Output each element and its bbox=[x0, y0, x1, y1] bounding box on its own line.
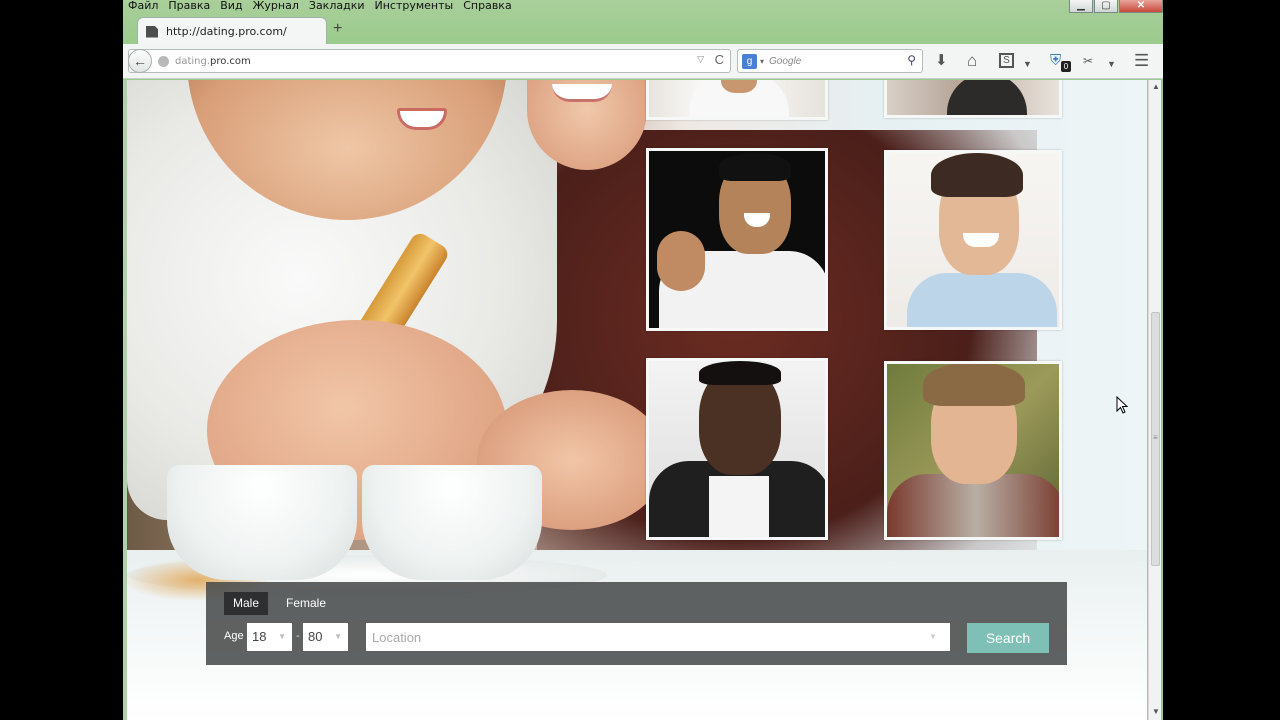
menu-help[interactable]: Справка bbox=[458, 0, 516, 12]
navigation-bar: ← dating.pro.com ▽ C g ▾ Google ⚲ ⬇ ⌂ S … bbox=[123, 44, 1163, 79]
scroll-thumb[interactable]: ≡ bbox=[1151, 312, 1160, 566]
search-bar[interactable]: g ▾ Google ⚲ bbox=[737, 49, 923, 73]
location-input[interactable] bbox=[366, 623, 950, 651]
search-placeholder: Google bbox=[769, 55, 802, 67]
age-separator: - bbox=[296, 630, 300, 642]
profile-photo[interactable] bbox=[646, 148, 828, 331]
profile-photo[interactable] bbox=[884, 80, 1062, 118]
back-button[interactable]: ← bbox=[128, 49, 152, 73]
minimize-button[interactable]: ▁ bbox=[1069, 0, 1093, 13]
url-text: dating.pro.com bbox=[175, 55, 251, 67]
google-icon[interactable]: g bbox=[742, 53, 757, 69]
url-dropdown-icon[interactable]: ▽ bbox=[697, 54, 704, 65]
menu-file[interactable]: Файл bbox=[123, 0, 163, 12]
scroll-up-icon[interactable]: ▲ bbox=[1152, 82, 1160, 91]
menu-icon[interactable]: ☰ bbox=[1134, 52, 1149, 70]
globe-icon bbox=[158, 55, 169, 67]
mouse-cursor-icon bbox=[1116, 396, 1128, 414]
new-tab-button[interactable]: + bbox=[333, 20, 342, 38]
tab-strip: http://dating.pro.com/ + bbox=[123, 14, 1163, 45]
profile-photo[interactable] bbox=[884, 150, 1062, 330]
age-from-value: 18 bbox=[252, 629, 267, 644]
back-arrow-icon: ← bbox=[133, 53, 147, 69]
age-label: Age bbox=[224, 630, 244, 642]
window-controls: ▁ ▢ ✕ bbox=[1069, 0, 1163, 13]
tab-male[interactable]: Male bbox=[224, 592, 269, 615]
menu-history[interactable]: Журнал bbox=[248, 0, 304, 12]
chevron-down-icon: ▼ bbox=[278, 632, 286, 641]
age-from-select[interactable]: 18 ▼ bbox=[247, 623, 292, 651]
addon-badge: 0 bbox=[1061, 61, 1071, 72]
addon-icon[interactable]: ⛨ bbox=[1050, 52, 1061, 70]
address-bar[interactable]: ← dating.pro.com ▽ C bbox=[128, 49, 731, 73]
extension-icon[interactable]: ✂ bbox=[1083, 52, 1093, 70]
home-icon[interactable]: ⌂ bbox=[967, 52, 977, 70]
close-button[interactable]: ✕ bbox=[1119, 0, 1163, 13]
age-to-value: 80 bbox=[308, 629, 323, 644]
page-viewport: Male Female Age 18 ▼ - 80 ▼ ▼ Search bbox=[127, 80, 1147, 720]
profile-photo[interactable] bbox=[646, 358, 828, 540]
tab-title: http://dating.pro.com/ bbox=[166, 25, 287, 38]
menu-bar: Файл Правка Вид Журнал Закладки Инструме… bbox=[123, 0, 543, 12]
tab-female[interactable]: Female bbox=[277, 592, 335, 615]
maximize-button[interactable]: ▢ bbox=[1094, 0, 1118, 13]
sync-icon[interactable]: S bbox=[999, 53, 1014, 68]
vertical-scrollbar[interactable]: ▲ ≡ ▼ bbox=[1148, 80, 1161, 720]
reload-icon[interactable]: C bbox=[715, 52, 724, 67]
chevron-down-icon: ▼ bbox=[334, 632, 342, 641]
age-to-select[interactable]: 80 ▼ bbox=[303, 623, 348, 651]
search-button[interactable]: Search bbox=[967, 623, 1049, 653]
browser-tab[interactable]: http://dating.pro.com/ bbox=[137, 17, 327, 45]
menu-edit[interactable]: Правка bbox=[163, 0, 215, 12]
download-icon[interactable]: ⬇ bbox=[935, 52, 948, 70]
menu-bookmarks[interactable]: Закладки bbox=[304, 0, 370, 12]
engine-dropdown-icon[interactable]: ▾ bbox=[760, 57, 764, 66]
page-favicon-icon bbox=[146, 25, 158, 38]
dropdown-arrow-icon[interactable]: ▼ bbox=[1023, 55, 1032, 73]
menu-tools[interactable]: Инструменты bbox=[370, 0, 459, 12]
profile-photo[interactable] bbox=[884, 361, 1062, 540]
chevron-down-icon: ▼ bbox=[929, 632, 937, 641]
dropdown-arrow-icon[interactable]: ▼ bbox=[1107, 55, 1116, 73]
window-border bbox=[123, 80, 127, 720]
quick-search-panel: Male Female Age 18 ▼ - 80 ▼ ▼ Search bbox=[206, 582, 1067, 665]
grip-icon: ≡ bbox=[1153, 433, 1158, 442]
browser-window: Файл Правка Вид Журнал Закладки Инструме… bbox=[123, 0, 1163, 720]
magnifier-icon[interactable]: ⚲ bbox=[907, 53, 916, 67]
profile-photo[interactable] bbox=[646, 80, 828, 120]
menu-view[interactable]: Вид bbox=[215, 0, 247, 12]
scroll-down-icon[interactable]: ▼ bbox=[1152, 707, 1160, 716]
